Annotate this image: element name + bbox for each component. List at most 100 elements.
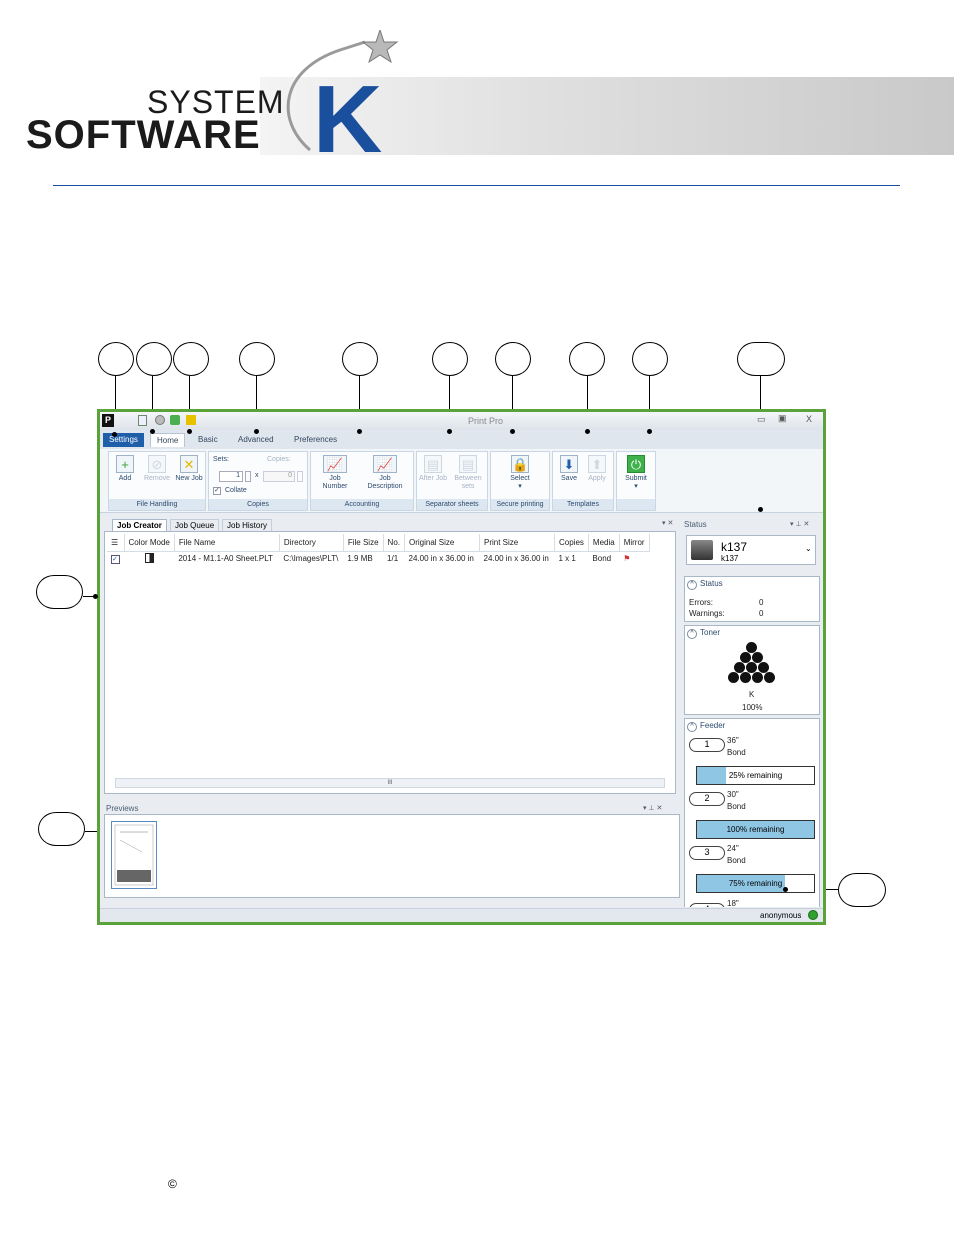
callout-13: [838, 873, 886, 907]
chevron-down-icon: ▾: [518, 483, 522, 490]
cell-file-size: 1.9 MB: [347, 554, 373, 564]
tab-basic[interactable]: Basic: [192, 433, 224, 447]
tab-job-creator[interactable]: Job Creator: [112, 519, 167, 531]
window-title: Print Pro: [468, 416, 504, 426]
roll-number: 2: [704, 793, 710, 803]
select-button[interactable]: 🔒 Select ▾: [506, 455, 534, 491]
add-button[interactable]: + Add: [111, 455, 139, 483]
group-submit: ⏻ Submit ▾: [616, 451, 656, 511]
save-button[interactable]: ⬇ Save: [555, 455, 583, 483]
new-job-icon: ✕: [180, 455, 198, 473]
copies-input[interactable]: 0: [263, 471, 295, 482]
leader-dot: [187, 429, 192, 434]
between-sets-label: Between sets: [454, 475, 482, 490]
tab-settings[interactable]: Settings: [103, 433, 144, 447]
pane-menu-icon[interactable]: ▾ ✕: [662, 519, 673, 527]
chevron-down-icon: ▾: [634, 483, 638, 490]
roll-icon: 4: [689, 903, 725, 907]
tab-preferences[interactable]: Preferences: [288, 433, 343, 447]
submit-group-label: [617, 499, 655, 510]
drawing-preview-icon: [114, 824, 154, 886]
collate-checkbox[interactable]: ✓: [213, 487, 221, 495]
separator-label: Separator sheets: [417, 499, 487, 510]
preview-thumbnail[interactable]: [111, 821, 157, 889]
collapse-feeder-icon[interactable]: ^: [687, 722, 697, 732]
toner-section-title: Toner: [700, 628, 721, 637]
group-accounting: 📈 Job Number 📈 Job Description Accounting: [310, 451, 414, 511]
templates-label: Templates: [553, 499, 613, 510]
remove-button[interactable]: ⊘ Remove: [143, 455, 171, 483]
logo-swoosh-icon: [286, 30, 399, 152]
callout-4: [239, 342, 275, 376]
play-icon[interactable]: [170, 415, 180, 425]
pause-icon[interactable]: [186, 415, 196, 425]
sets-stepper[interactable]: [245, 471, 251, 482]
remove-icon: ⊘: [148, 455, 166, 473]
roll-size: 36": [727, 736, 739, 745]
leader-dot: [357, 429, 362, 434]
add-label: Add: [118, 475, 132, 482]
horizontal-scrollbar[interactable]: III: [115, 778, 665, 788]
apply-button[interactable]: ⬆ Apply: [583, 455, 611, 483]
after-job-button[interactable]: ▤ After Job: [419, 455, 447, 483]
col-print-size[interactable]: Print Size: [479, 534, 555, 552]
user-name: anonymous: [760, 911, 802, 920]
submit-button[interactable]: ⏻ Submit ▾: [622, 455, 650, 491]
maximize-button[interactable]: ▣: [778, 413, 787, 424]
mirror-icon: ⚑: [623, 554, 631, 564]
col-media[interactable]: Media: [588, 534, 620, 552]
feeder-section: ^ Feeder 1 36" Bond 25% remaining 2 30" B…: [684, 718, 820, 907]
callout-2: [136, 342, 172, 376]
leader-dot: [447, 429, 452, 434]
job-number-button[interactable]: 📈 Job Number: [317, 455, 353, 491]
roll-number: 1: [704, 739, 710, 749]
sets-input[interactable]: 1: [219, 471, 243, 482]
row-checkbox[interactable]: ✓: [111, 554, 120, 564]
status-menu-icon[interactable]: ▾ ⊥ ✕: [790, 520, 809, 528]
roll-media: Bond: [727, 802, 746, 811]
callout-7: [495, 342, 531, 376]
header-rule: [53, 185, 900, 186]
roll-remaining-bar: 100% remaining: [696, 820, 815, 839]
col-file-size[interactable]: File Size: [343, 534, 384, 552]
group-copies: Sets: Copies: 1 x 0 ✓ Collate Copies: [208, 451, 308, 511]
leader-dot: [647, 429, 652, 434]
printer-selector[interactable]: k137 k137 ⌄: [686, 535, 816, 565]
col-directory[interactable]: Directory: [279, 534, 344, 552]
roll-size: 30": [727, 790, 739, 799]
col-copies[interactable]: Copies: [554, 534, 589, 552]
refresh-icon[interactable]: [155, 415, 165, 425]
print-pro-window: P Print Pro ▭ ▣ X Settings Home Basic Ad…: [97, 409, 826, 925]
sheets-icon: ▤: [459, 455, 477, 473]
cell-directory: C:\Images\PLT\: [283, 554, 339, 564]
tab-home[interactable]: Home: [150, 433, 186, 447]
submit-label: Submit: [625, 475, 647, 482]
warnings-value: 0: [759, 609, 764, 618]
chevron-down-icon[interactable]: ⌄: [805, 544, 812, 553]
group-secure-printing: 🔒 Select ▾ Secure printing: [490, 451, 550, 511]
new-file-icon[interactable]: [138, 415, 147, 426]
table-row[interactable]: ✓ 2014 - M1.1-A0 Sheet.PLT C:\Images\PLT…: [107, 551, 649, 566]
collapse-status-icon[interactable]: ^: [687, 580, 697, 590]
copies-stepper[interactable]: [297, 471, 303, 482]
after-job-label: After Job: [419, 475, 448, 482]
roll-media: Bond: [727, 748, 746, 757]
col-original-size[interactable]: Original Size: [404, 534, 480, 552]
minimize-button[interactable]: ▭: [757, 414, 766, 425]
close-window-button[interactable]: X: [806, 414, 812, 424]
col-mirror[interactable]: Mirror: [619, 534, 650, 552]
roll-number: 4: [704, 904, 709, 907]
previews-menu-icon[interactable]: ▾ ⊥ ✕: [643, 804, 662, 812]
col-color-mode[interactable]: Color Mode: [124, 534, 175, 552]
tab-advanced[interactable]: Advanced: [232, 433, 280, 447]
feeder-section-title: Feeder: [700, 721, 726, 730]
callout-6: [432, 342, 468, 376]
new-job-button[interactable]: ✕ New Job: [175, 455, 203, 483]
collapse-toner-icon[interactable]: ^: [687, 629, 697, 639]
select-all-icon[interactable]: ☰: [107, 534, 125, 552]
job-description-button[interactable]: 📈 Job Description: [363, 455, 407, 491]
col-no[interactable]: No.: [383, 534, 406, 552]
cell-copies: 1 x 1: [558, 554, 576, 564]
between-sets-button[interactable]: ▤ Between sets: [451, 455, 485, 491]
col-file-name[interactable]: File Name: [174, 534, 280, 552]
